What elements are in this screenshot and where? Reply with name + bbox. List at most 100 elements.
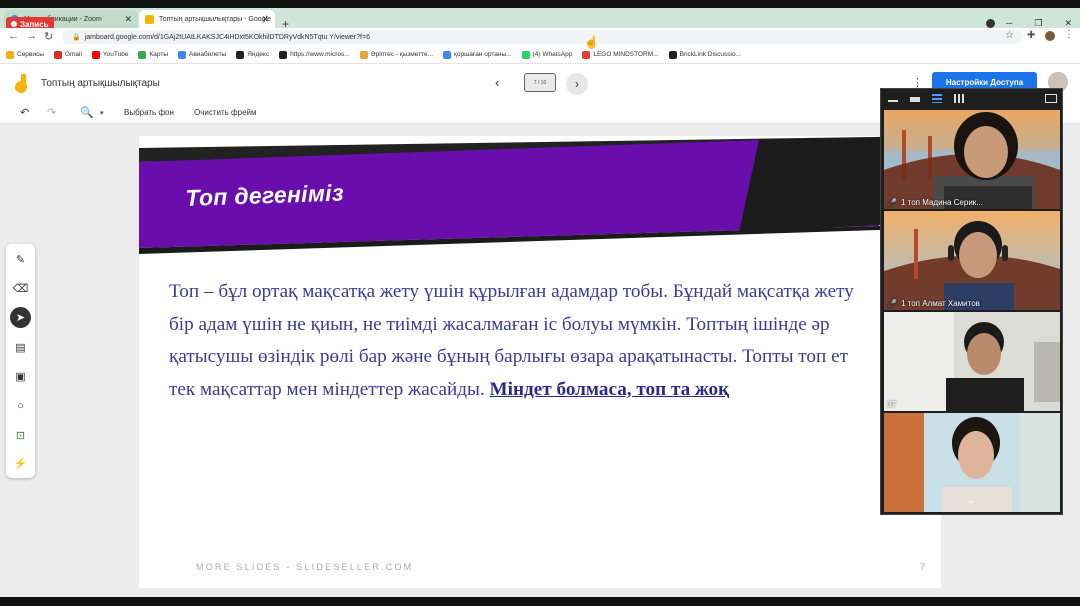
slide-footer: MORE SLIDES - SLIDESELLER.COM [196,562,414,572]
extensions-puzzle-icon[interactable]: ✚ [1027,30,1035,41]
slide-page-number: 7 [920,562,926,572]
participant-video-tile[interactable]: 🎤 1 топ Алмат Хамитов [884,211,1060,310]
participant-video [884,211,1060,310]
bookmark-label: Яндекс [247,51,270,58]
tab-title: Топтың артықшылықтары - Google [159,15,271,23]
bookmark-item[interactable]: қоршаған ортаны... [443,50,512,59]
close-tab-icon[interactable]: ✕ [124,14,132,25]
bookmark-item[interactable]: Әріптес - қызметте... [359,50,433,59]
bookmark-label: Авиабилеты [189,51,227,58]
text-box-icon[interactable]: ⊡ [13,428,28,443]
next-frame-button[interactable]: › [566,73,588,95]
bookmark-item[interactable]: Яндекс [236,50,270,59]
browser-tab-bar: Мои публикации - Zoom ✕ Топтың артықшылы… [0,8,1080,31]
eraser-icon[interactable]: ⌫ [13,281,29,296]
bookmark-favicon-icon [178,50,186,59]
bookmark-label: https://www.micros... [290,51,350,58]
slide-title: Топ дегеніміз [185,179,345,211]
jamboard-favicon-icon [145,14,154,24]
zoom-dropdown-chevron-icon[interactable]: ▾ [100,109,104,117]
undo-icon[interactable]: ↶ [20,106,29,119]
bookmark-favicon-icon [443,50,451,59]
close-tab-icon[interactable]: ✕ [261,14,269,25]
zoom-icon[interactable]: 🔍 [80,106,94,119]
address-bar-row: ← → ↻ 🔒 jamboard.google.com/d/1GAj2tUAtL… [0,28,1080,46]
set-background-button[interactable]: Выбрать фон [124,108,174,117]
muted-mic-icon: 🎤 [887,299,897,308]
gallery-view-icon[interactable] [954,94,964,103]
tab-search-icon[interactable] [986,19,995,28]
exit-fullscreen-icon[interactable] [1045,94,1057,103]
minimize-panel-icon[interactable] [888,100,898,102]
bookmark-item[interactable]: (4) WhatsApp [521,50,572,59]
participant-video [884,110,1060,209]
slide-body-line: бір адам үшін не қиын, не тиімді жасалма… [169,313,830,335]
slide-body-line: Топ – бұл ортақ мақсатқа жету үшін құрыл… [169,281,854,302]
bookmark-favicon-icon [279,50,288,59]
bookmark-star-icon[interactable]: ☆ [1005,30,1014,41]
previous-frame-chevron-icon[interactable]: ‹ [495,75,499,90]
select-arrow-icon[interactable]: ➤ [10,307,31,328]
bookmark-item[interactable]: https://www.micros... [279,50,350,59]
bookmark-label: Карты [149,51,168,58]
bookmark-favicon-icon [668,50,677,59]
bookmark-label: LEGO MINDSTORM... [593,51,659,58]
screen-top-edge [0,0,1080,8]
screen-bottom-edge [0,597,1080,606]
slide-body-text: Топ – бұл ортақ мақсатқа жету үшін құрыл… [169,276,929,406]
participant-video [884,312,1060,411]
bookmark-item[interactable]: YouTube [91,50,129,59]
laser-icon[interactable]: ⚡ [13,456,28,471]
bookmark-item[interactable]: Gmail [53,50,82,59]
share-button-label: Настройки Доступа [945,77,1024,87]
pen-icon[interactable]: ✎ [13,252,28,267]
slide-frame[interactable]: Топ дегеніміз Топ – бұл ортақ мақсатқа ж… [139,136,941,588]
bookmark-favicon-icon [53,50,62,59]
circle-shape-icon[interactable]: ○ [13,398,28,413]
zoom-video-panel: 🎤 1 топ Мадина Серик... 🎤 1 топ Алмат Хами… [880,88,1063,515]
single-view-icon[interactable] [910,97,920,102]
profile-icon[interactable] [1045,31,1055,41]
bookmark-favicon-icon [582,50,591,59]
jamboard-title[interactable]: Топтың артықшылықтары [41,78,160,89]
muted-mic-icon: 🎤 [887,198,897,207]
bookmark-label: Сервисы [17,51,44,58]
participant-video-tile[interactable]: 37 [884,312,1060,411]
bookmark-item[interactable]: Сервисы [6,50,44,59]
bookmark-label: Әріптес - қызметте... [370,51,433,58]
slide-emphasis-link[interactable]: Міндет болмаса, топ та жоқ [490,379,730,400]
bookmark-favicon-icon [6,50,14,59]
url-input[interactable]: 🔒 jamboard.google.com/d/1GAj2tUAtLKAKSJC… [62,30,1022,44]
browser-menu-icon[interactable]: ⋮ [1064,29,1074,40]
bookmark-favicon-icon [91,50,100,59]
participant-name: 1 топ Алмат Хамитов [900,299,980,308]
bookmark-label: Gmail [64,51,82,58]
next-frame-chevron-icon: › [575,77,579,91]
participant-name: 1 топ Мадина Серик... [900,198,983,207]
chevron-down-icon[interactable]: ⌄ [964,495,978,507]
bookmark-item[interactable]: LEGO MINDSTORM... [582,50,659,59]
lock-icon: 🔒 [72,34,81,41]
url-text: jamboard.google.com/d/1GAj2tUAtLKAKSJC4i… [84,33,370,41]
tab-jamboard[interactable]: Топтың артықшылықтары - Google ✕ [139,10,275,28]
participant-video-tile[interactable]: 🎤 1 топ Мадина Серик... [884,110,1060,209]
sticky-note-icon[interactable]: ▤ [13,340,28,355]
bookmark-item[interactable]: BrickLink Discussio... [668,50,741,59]
strip-view-icon[interactable] [932,94,942,103]
back-arrow-icon[interactable]: ← [8,30,19,42]
bookmark-item[interactable]: Авиабилеты [178,50,227,59]
frame-bar-button[interactable]: 7 / 10 [524,73,556,92]
bookmark-favicon-icon [359,50,368,59]
hand-cursor-icon: ☝ [584,35,599,49]
image-icon[interactable]: ▣ [13,369,28,384]
bookmark-label: YouTube [102,51,129,58]
jamboard-logo-icon[interactable] [14,73,28,93]
clear-frame-button[interactable]: Очистить фрейм [194,108,257,117]
forward-arrow-icon[interactable]: → [26,30,37,42]
participant-name-label: 🎤 1 топ Алмат Хамитов [887,299,980,308]
slide-body-line: қатысушы өзіндік рөлі бар және бұның бар… [169,346,848,367]
reload-icon[interactable]: ↻ [44,30,53,43]
redo-icon[interactable]: ↷ [47,106,56,119]
record-dot-icon [11,21,17,27]
bookmark-item[interactable]: Карты [138,50,168,59]
